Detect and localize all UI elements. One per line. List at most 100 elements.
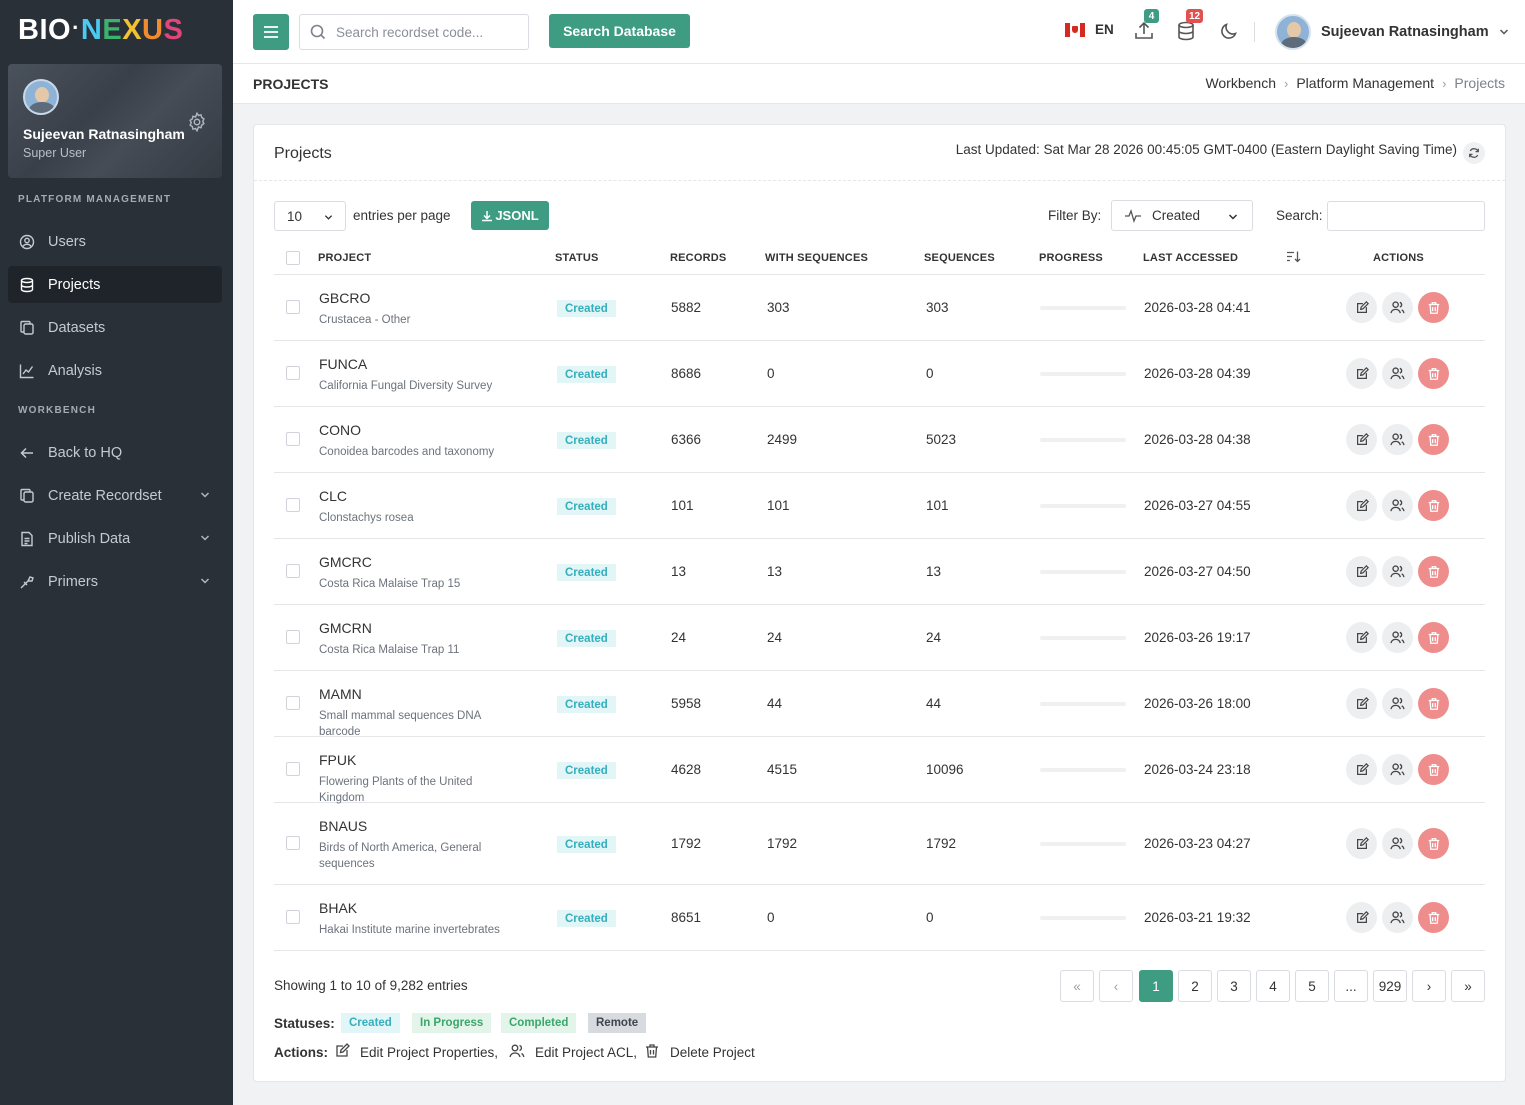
brand-logo[interactable]: BIO·NEXUS bbox=[18, 14, 183, 47]
edit-acl-button[interactable] bbox=[1382, 622, 1413, 653]
edit-project-button[interactable] bbox=[1346, 688, 1377, 719]
table-row[interactable]: FPUK Flowering Plants of the United Kingd… bbox=[274, 737, 1485, 804]
sidebar-item-projects[interactable]: Projects bbox=[8, 266, 222, 303]
project-code[interactable]: CONO bbox=[319, 422, 361, 438]
select-all-checkbox[interactable] bbox=[286, 251, 300, 265]
delete-project-button[interactable] bbox=[1418, 754, 1449, 785]
row-checkbox[interactable] bbox=[286, 762, 300, 776]
next-page-button[interactable]: › bbox=[1412, 970, 1446, 1002]
sidebar-item-back-to-hq[interactable]: Back to HQ bbox=[8, 434, 222, 471]
sidebar-item-datasets[interactable]: Datasets bbox=[8, 309, 222, 346]
column-project[interactable]: PROJECT bbox=[318, 252, 371, 264]
table-row[interactable]: GMCRN Costa Rica Malaise Trap 11 Created 24… bbox=[274, 605, 1485, 671]
table-row[interactable]: GBCRO Crustacea - Other Created 5882 303 303 2… bbox=[274, 275, 1485, 341]
edit-project-button[interactable] bbox=[1346, 828, 1377, 859]
edit-project-button[interactable] bbox=[1346, 490, 1377, 521]
delete-project-button[interactable] bbox=[1418, 424, 1449, 455]
row-checkbox[interactable] bbox=[286, 498, 300, 512]
sidebar-item-create-recordset[interactable]: Create Recordset bbox=[8, 477, 222, 514]
filter-by-select[interactable]: Created bbox=[1111, 200, 1253, 231]
upload-button[interactable]: 4 bbox=[1133, 9, 1159, 42]
delete-project-button[interactable] bbox=[1418, 292, 1449, 323]
column-sequences[interactable]: SEQUENCES bbox=[924, 252, 995, 264]
page-button[interactable]: 4 bbox=[1256, 970, 1290, 1002]
row-checkbox[interactable] bbox=[286, 630, 300, 644]
first-page-button[interactable]: « bbox=[1060, 970, 1094, 1002]
delete-project-button[interactable] bbox=[1418, 358, 1449, 389]
sidebar-item-publish-data[interactable]: Publish Data bbox=[8, 520, 222, 557]
page-button[interactable]: 5 bbox=[1295, 970, 1329, 1002]
sidebar-item-users[interactable]: Users bbox=[8, 223, 222, 260]
edit-project-button[interactable] bbox=[1346, 902, 1377, 933]
edit-acl-button[interactable] bbox=[1382, 358, 1413, 389]
project-code[interactable]: MAMN bbox=[319, 686, 362, 702]
table-row[interactable]: GMCRC Costa Rica Malaise Trap 15 Created 13… bbox=[274, 539, 1485, 605]
user-menu[interactable]: Sujeevan Ratnasingham bbox=[1275, 14, 1509, 50]
row-checkbox[interactable] bbox=[286, 432, 300, 446]
search-database-button[interactable]: Search Database bbox=[549, 14, 690, 48]
sidebar-item-primers[interactable]: Primers bbox=[8, 563, 222, 600]
row-checkbox[interactable] bbox=[286, 366, 300, 380]
project-code[interactable]: BNAUS bbox=[319, 818, 367, 834]
delete-project-button[interactable] bbox=[1418, 622, 1449, 653]
delete-project-button[interactable] bbox=[1418, 902, 1449, 933]
table-row[interactable]: FUNCA California Fungal Diversity Survey C… bbox=[274, 341, 1485, 407]
row-checkbox[interactable] bbox=[286, 696, 300, 710]
edit-project-button[interactable] bbox=[1346, 358, 1377, 389]
edit-acl-button[interactable] bbox=[1382, 556, 1413, 587]
delete-project-button[interactable] bbox=[1418, 828, 1449, 859]
column-last-accessed[interactable]: LAST ACCESSED bbox=[1143, 252, 1238, 264]
row-checkbox[interactable] bbox=[286, 300, 300, 314]
edit-project-button[interactable] bbox=[1346, 622, 1377, 653]
table-row[interactable]: MAMN Small mammal sequences DNA barcode Cr… bbox=[274, 671, 1485, 738]
last-page-button[interactable]: » bbox=[1451, 970, 1485, 1002]
project-code[interactable]: FPUK bbox=[319, 752, 356, 768]
breadcrumb-platform-management[interactable]: Platform Management bbox=[1296, 75, 1434, 91]
row-checkbox[interactable] bbox=[286, 836, 300, 850]
edit-acl-button[interactable] bbox=[1382, 688, 1413, 719]
entries-per-page-select[interactable]: 10 bbox=[274, 201, 346, 231]
column-records[interactable]: RECORDS bbox=[670, 252, 726, 264]
page-button[interactable]: 929 bbox=[1373, 970, 1407, 1002]
edit-project-button[interactable] bbox=[1346, 424, 1377, 455]
column-status[interactable]: STATUS bbox=[555, 252, 599, 264]
dark-mode-toggle[interactable] bbox=[1218, 20, 1240, 42]
row-checkbox[interactable] bbox=[286, 564, 300, 578]
breadcrumb-workbench[interactable]: Workbench bbox=[1205, 75, 1276, 91]
prev-page-button[interactable]: ‹ bbox=[1099, 970, 1133, 1002]
recordset-search-input[interactable] bbox=[336, 24, 516, 40]
sort-icon[interactable] bbox=[1286, 250, 1301, 264]
database-button[interactable]: 12 bbox=[1175, 9, 1204, 42]
edit-project-button[interactable] bbox=[1346, 292, 1377, 323]
sidebar-item-analysis[interactable]: Analysis bbox=[8, 352, 222, 389]
project-code[interactable]: GBCRO bbox=[319, 290, 370, 306]
edit-acl-button[interactable] bbox=[1382, 490, 1413, 521]
gear-icon[interactable] bbox=[186, 111, 208, 133]
table-row[interactable]: CONO Conoidea barcodes and taxonomy Create… bbox=[274, 407, 1485, 473]
project-code[interactable]: GMCRN bbox=[319, 620, 372, 636]
page-button[interactable]: 3 bbox=[1217, 970, 1251, 1002]
edit-acl-button[interactable] bbox=[1382, 754, 1413, 785]
language-selector[interactable]: EN bbox=[1065, 22, 1114, 37]
page-button[interactable]: 2 bbox=[1178, 970, 1212, 1002]
edit-project-button[interactable] bbox=[1346, 556, 1377, 587]
edit-acl-button[interactable] bbox=[1382, 424, 1413, 455]
delete-project-button[interactable] bbox=[1418, 490, 1449, 521]
page-button[interactable]: 1 bbox=[1139, 970, 1173, 1002]
edit-acl-button[interactable] bbox=[1382, 828, 1413, 859]
table-search-input[interactable] bbox=[1327, 201, 1485, 231]
delete-project-button[interactable] bbox=[1418, 556, 1449, 587]
table-row[interactable]: BHAK Hakai Institute marine invertebrates… bbox=[274, 885, 1485, 951]
column-with-sequences[interactable]: WITH SEQUENCES bbox=[765, 252, 868, 264]
delete-project-button[interactable] bbox=[1418, 688, 1449, 719]
table-row[interactable]: BNAUS Birds of North America, General seq… bbox=[274, 803, 1485, 885]
menu-toggle-button[interactable] bbox=[253, 14, 289, 50]
refresh-button[interactable] bbox=[1463, 142, 1485, 164]
edit-project-button[interactable] bbox=[1346, 754, 1377, 785]
download-jsonl-button[interactable]: JSONL bbox=[471, 201, 549, 230]
column-progress[interactable]: PROGRESS bbox=[1039, 252, 1103, 264]
project-code[interactable]: GMCRC bbox=[319, 554, 372, 570]
project-code[interactable]: FUNCA bbox=[319, 356, 367, 372]
row-checkbox[interactable] bbox=[286, 910, 300, 924]
table-row[interactable]: CLC Clonstachys rosea Created 101 101 101 2026… bbox=[274, 473, 1485, 539]
